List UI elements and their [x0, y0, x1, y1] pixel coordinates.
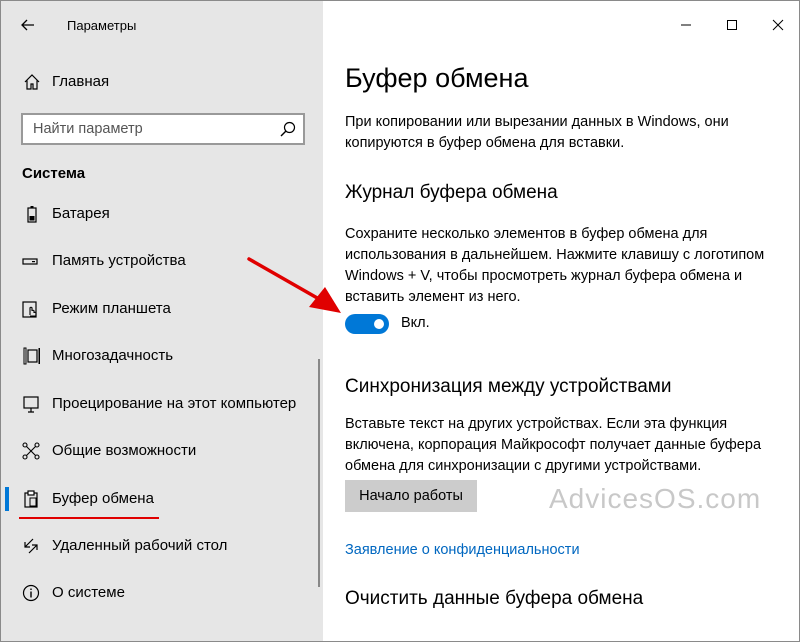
sidebar-item-label: Буфер обмена [52, 490, 154, 507]
shared-experiences-icon [22, 442, 40, 460]
projecting-icon [23, 396, 39, 413]
sidebar: Параметры Главная Система Батарея [1, 1, 323, 641]
sidebar-scrollbar[interactable] [318, 359, 320, 587]
sidebar-item-label: Проецирование на этот компьютер [52, 395, 297, 412]
history-description: Сохраните несколько элементов в буфер об… [345, 226, 765, 305]
sidebar-item-label: Многозадачность [52, 347, 174, 364]
sidebar-item-label: Удаленный рабочий стол [52, 537, 228, 554]
sidebar-item-label: О системе [52, 584, 125, 601]
info-icon [22, 584, 40, 602]
search-icon[interactable] [279, 120, 297, 138]
sidebar-item-clipboard[interactable]: Буфер обмена [1, 477, 319, 521]
sidebar-item-projecting[interactable]: Проецирование на этот компьютер [1, 382, 319, 426]
active-indicator [5, 487, 9, 511]
intro-text: При копировании или вырезании данных в W… [345, 114, 729, 151]
back-arrow-icon [21, 19, 34, 31]
remote-desktop-icon [24, 538, 38, 554]
close-button[interactable] [755, 1, 799, 49]
sidebar-item-remote-desktop[interactable]: Удаленный рабочий стол [1, 524, 319, 568]
storage-icon [22, 258, 38, 265]
minimize-icon [681, 24, 691, 26]
history-toggle-row: Вкл. [345, 313, 430, 335]
multitasking-icon [23, 347, 40, 365]
history-heading: Журнал буфера обмена [345, 182, 558, 203]
annotation-underline [19, 517, 159, 519]
sidebar-item-label: Память устройства [52, 252, 186, 269]
annotation-arrow-icon [247, 257, 341, 313]
section-title: Система [22, 165, 86, 182]
toggle-knob [374, 319, 384, 329]
minimize-button[interactable] [663, 1, 709, 49]
sidebar-item-multitasking[interactable]: Многозадачность [1, 334, 319, 378]
battery-icon [27, 206, 37, 223]
nav-home-label: Главная [52, 73, 110, 90]
settings-window: Параметры Главная Система Батарея [0, 0, 800, 642]
nav-home[interactable]: Главная [1, 63, 323, 101]
sidebar-item-label: Режим планшета [52, 300, 171, 317]
page-title: Буфер обмена [345, 63, 529, 93]
home-icon [24, 74, 40, 90]
toggle-state-label: Вкл. [401, 315, 430, 331]
sidebar-item-label: Общие возможности [52, 442, 197, 459]
search-input[interactable] [23, 115, 273, 143]
back-button[interactable] [15, 13, 41, 37]
sidebar-item-shared-experiences[interactable]: Общие возможности [1, 429, 319, 473]
watermark: AdvicesOS.com [549, 483, 762, 514]
app-title: Параметры [67, 18, 137, 33]
maximize-button[interactable] [709, 1, 755, 49]
window-controls [663, 1, 799, 49]
clear-heading: Очистить данные буфера обмена [345, 588, 644, 609]
sidebar-item-battery[interactable]: Батарея [1, 192, 319, 236]
sync-description: Вставьте текст на других устройствах. Ес… [345, 416, 762, 474]
history-toggle[interactable] [345, 314, 389, 334]
title-bar: Параметры [1, 1, 323, 49]
main-content: Буфер обмена При копировании или вырезан… [323, 1, 799, 641]
get-started-button[interactable]: Начало работы [345, 480, 477, 512]
sidebar-item-about[interactable]: О системе [1, 571, 319, 615]
tablet-mode-icon [22, 301, 37, 318]
maximize-icon [727, 20, 737, 30]
privacy-link[interactable]: Заявление о конфиденциальности [345, 542, 580, 558]
sidebar-item-label: Батарея [52, 205, 110, 222]
sync-heading: Синхронизация между устройствами [345, 376, 672, 397]
close-icon [772, 19, 784, 31]
search-box[interactable] [21, 113, 305, 145]
clipboard-icon [24, 490, 38, 508]
